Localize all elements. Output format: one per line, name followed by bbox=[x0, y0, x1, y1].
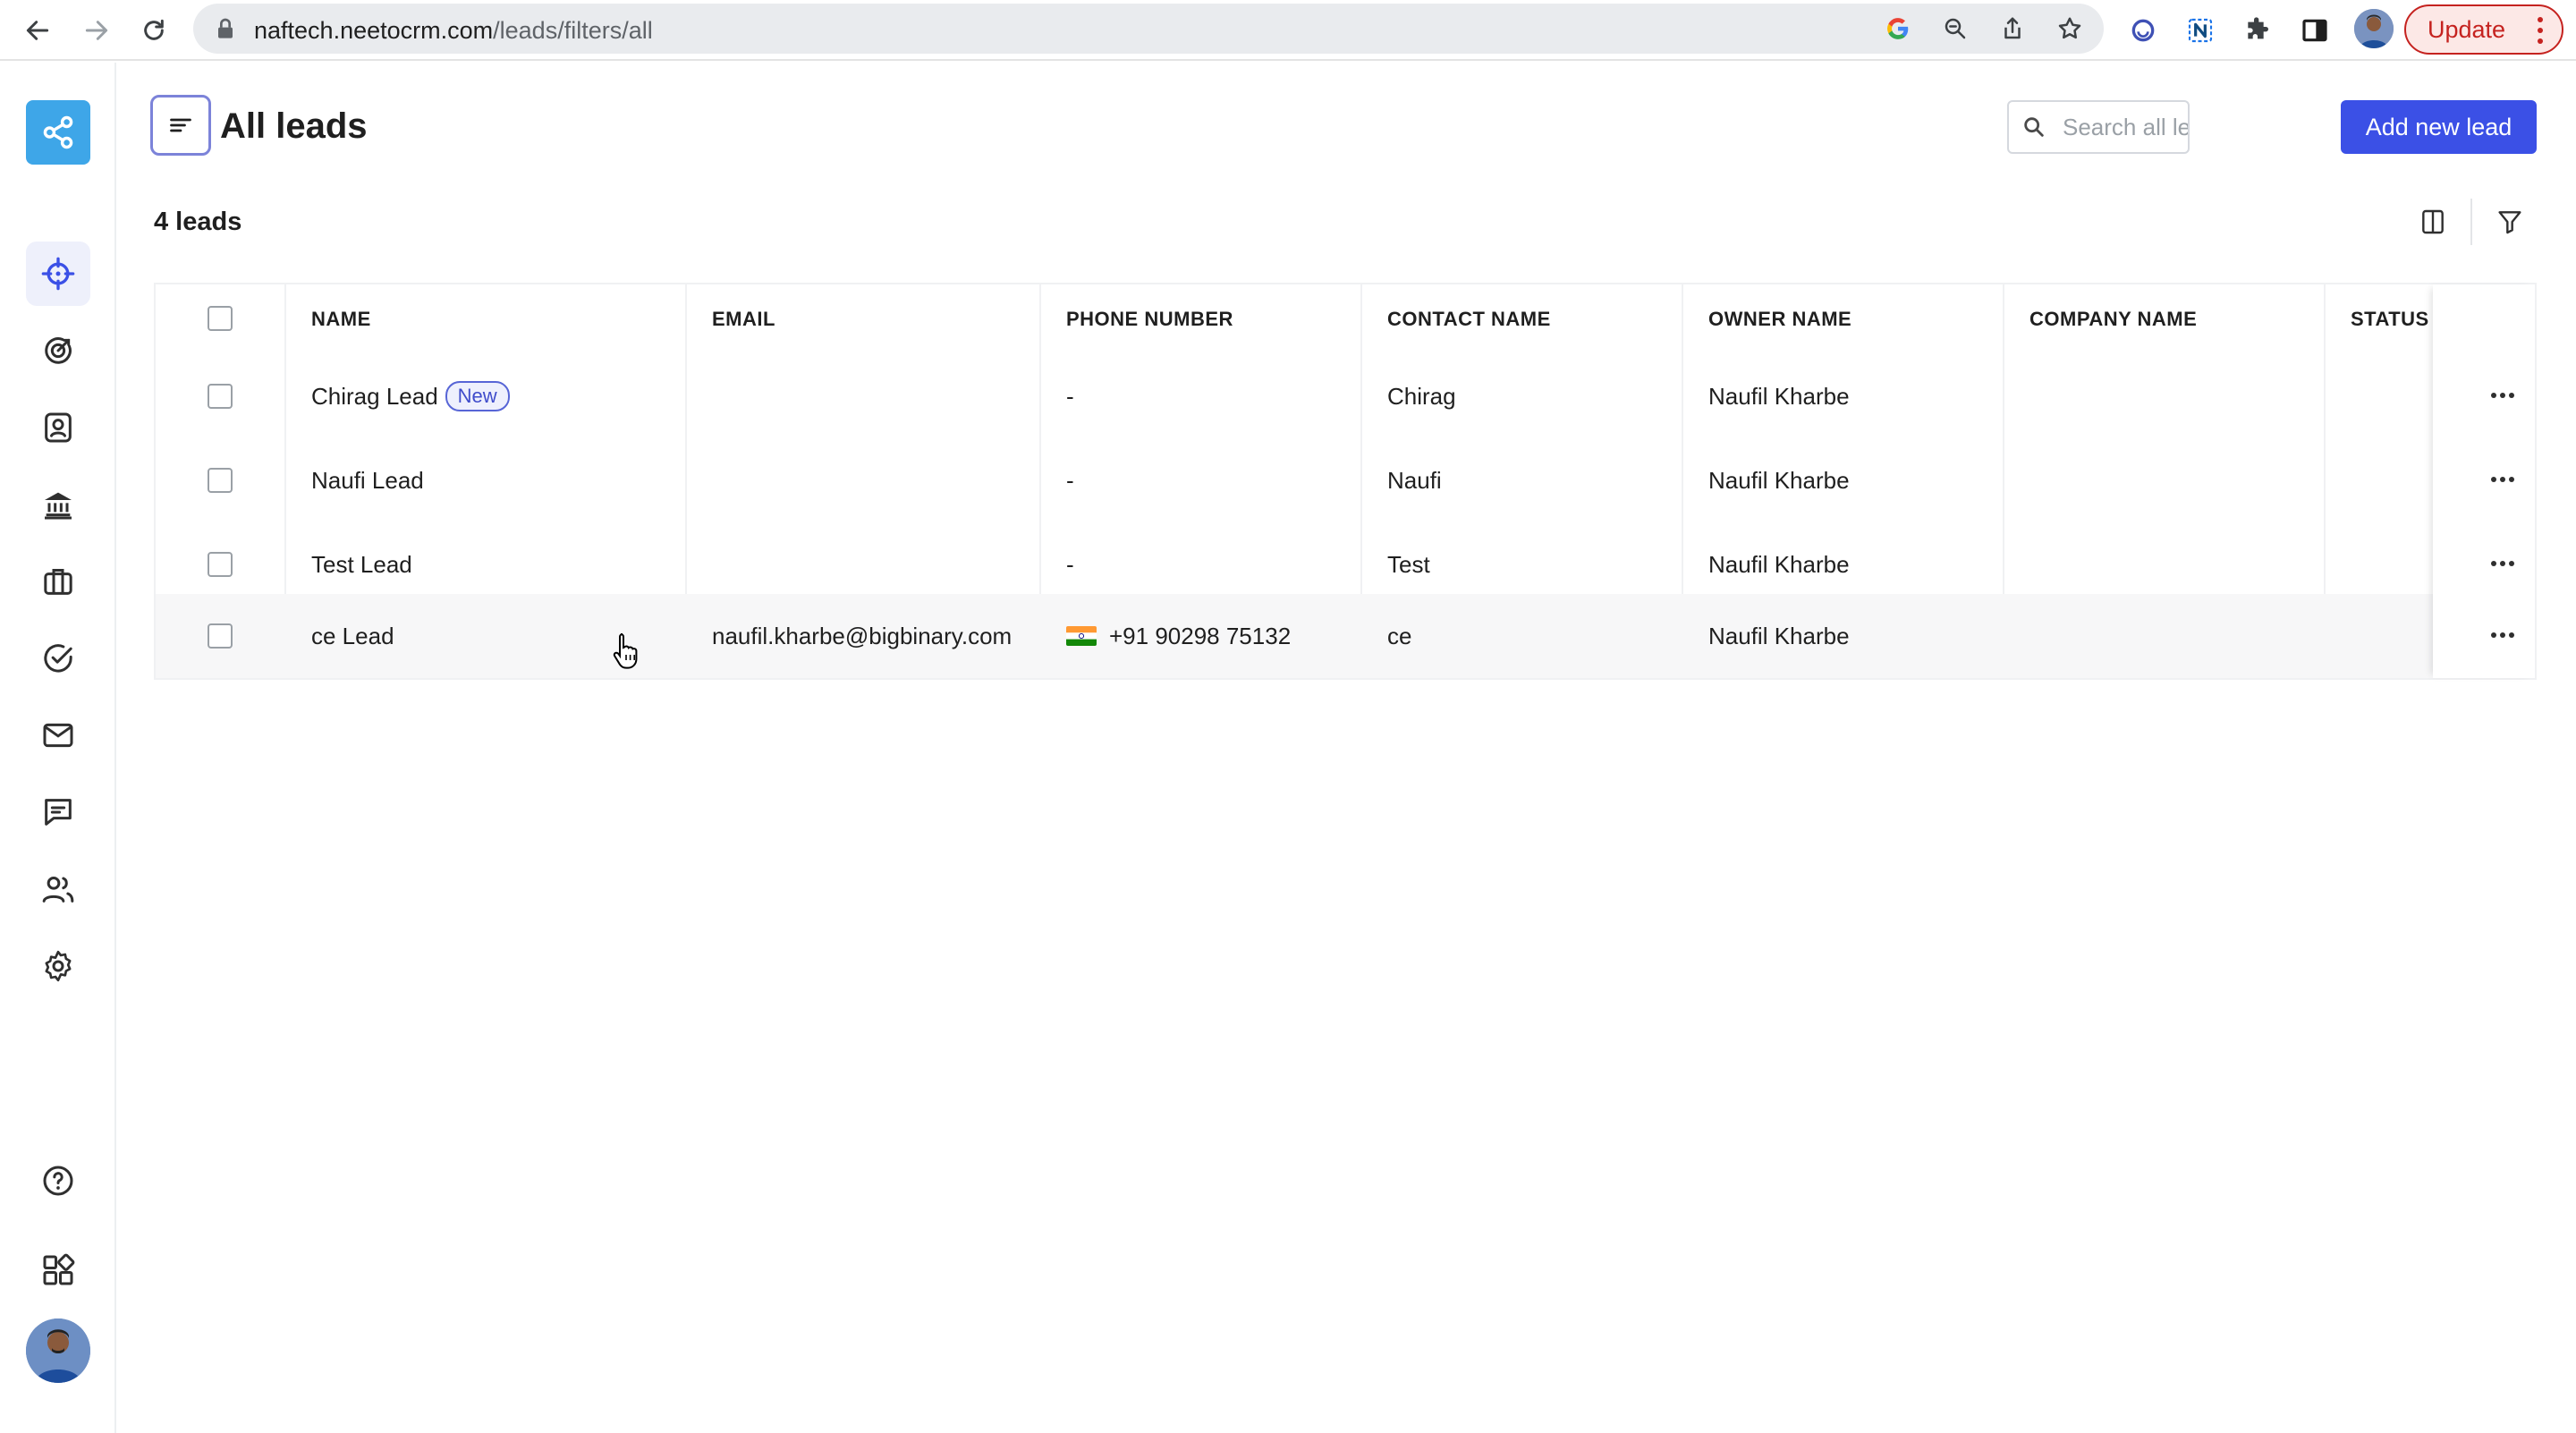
contact-cell: ce bbox=[1387, 622, 1412, 649]
contact-cell: Chirag bbox=[1387, 382, 1456, 410]
user-avatar[interactable] bbox=[26, 1319, 90, 1383]
help-icon[interactable] bbox=[26, 1149, 90, 1213]
url-text: naftech.neetocrm.com/leads/filters/all bbox=[254, 17, 653, 44]
phone-cell: - bbox=[1066, 466, 1074, 494]
column-header-name[interactable]: NAME bbox=[311, 284, 371, 354]
contact-cell: Naufi bbox=[1387, 466, 1442, 494]
share-icon[interactable] bbox=[1998, 14, 2027, 43]
owner-cell: Naufil Kharbe bbox=[1708, 466, 1850, 494]
phone-number: +91 90298 75132 bbox=[1109, 622, 1292, 649]
phone-cell: - bbox=[1066, 382, 1074, 410]
contact-card-icon[interactable] bbox=[26, 395, 90, 460]
chat-icon[interactable] bbox=[26, 780, 90, 844]
row-checkbox[interactable] bbox=[208, 623, 233, 649]
users-icon[interactable] bbox=[26, 857, 90, 921]
india-flag-icon bbox=[1066, 626, 1097, 646]
hand-cursor-icon bbox=[613, 633, 638, 669]
target-icon[interactable] bbox=[26, 318, 90, 383]
crosshair-icon[interactable] bbox=[26, 242, 90, 306]
mail-icon[interactable] bbox=[26, 703, 90, 767]
column-header-owner[interactable]: OWNER NAME bbox=[1708, 284, 1852, 354]
more-vert-icon bbox=[2538, 17, 2543, 44]
back-arrow-icon[interactable] bbox=[18, 11, 57, 50]
column-header-phone[interactable]: PHONE NUMBER bbox=[1066, 284, 1233, 354]
row-checkbox[interactable] bbox=[208, 384, 233, 409]
lock-icon bbox=[218, 18, 233, 38]
phone-cell[interactable]: +91 90298 75132 bbox=[1066, 594, 1291, 678]
apps-grid-icon[interactable] bbox=[26, 1238, 90, 1302]
add-new-lead-button[interactable]: Add new lead bbox=[2341, 100, 2537, 154]
star-icon[interactable] bbox=[2055, 14, 2084, 43]
sidepanel-icon[interactable] bbox=[2299, 14, 2331, 47]
column-header-status[interactable]: STATUS bbox=[2351, 284, 2429, 354]
more-actions-icon[interactable] bbox=[2485, 617, 2521, 653]
address-bar[interactable]: naftech.neetocrm.com/leads/filters/all bbox=[193, 4, 2104, 54]
more-actions-icon[interactable] bbox=[2485, 377, 2521, 413]
columns-icon[interactable] bbox=[2413, 202, 2453, 242]
more-actions-icon[interactable] bbox=[2485, 546, 2521, 581]
check-circle-icon[interactable] bbox=[26, 626, 90, 691]
new-badge: New bbox=[445, 381, 510, 411]
lead-name[interactable]: Chirag Lead bbox=[311, 383, 438, 411]
row-checkbox[interactable] bbox=[208, 468, 233, 493]
forward-arrow-icon[interactable] bbox=[77, 11, 116, 50]
table-row[interactable]: ce Lead naufil.kharbe@bigbinary.com +91 … bbox=[156, 594, 2535, 678]
column-header-email[interactable]: EMAIL bbox=[712, 284, 775, 354]
google-icon[interactable] bbox=[1884, 14, 1912, 43]
toolbar-divider bbox=[2470, 199, 2472, 245]
gear-icon[interactable] bbox=[26, 934, 90, 998]
neeto-n-icon[interactable] bbox=[2184, 14, 2216, 47]
profile-avatar[interactable] bbox=[2354, 9, 2394, 48]
update-label: Update bbox=[2428, 15, 2506, 43]
lead-name[interactable]: ce Lead bbox=[311, 594, 394, 678]
select-all-checkbox[interactable] bbox=[208, 306, 233, 331]
lead-name[interactable]: Naufi Lead bbox=[311, 438, 424, 522]
column-header-company[interactable]: COMPANY NAME bbox=[2029, 284, 2197, 354]
table-row[interactable]: Chirag Lead New - Chirag Naufil Kharbe bbox=[156, 354, 2535, 438]
zoom-icon[interactable] bbox=[1941, 14, 1970, 43]
search-icon bbox=[2024, 117, 2044, 137]
table-row[interactable]: Naufi Lead - Naufi Naufil Kharbe bbox=[156, 438, 2535, 522]
owner-cell: Naufil Kharbe bbox=[1708, 382, 1850, 410]
email-cell[interactable]: naufil.kharbe@bigbinary.com bbox=[712, 594, 1012, 678]
column-header-contact[interactable]: CONTACT NAME bbox=[1387, 284, 1551, 354]
bank-icon[interactable] bbox=[26, 472, 90, 537]
filter-icon[interactable] bbox=[2490, 202, 2529, 242]
app-sidebar bbox=[0, 63, 116, 1433]
browser-toolbar: naftech.neetocrm.com/leads/filters/all U… bbox=[0, 0, 2576, 61]
menu-toggle-button[interactable] bbox=[150, 95, 211, 156]
page-title: All leads bbox=[220, 106, 368, 146]
update-button[interactable]: Update bbox=[2404, 4, 2563, 55]
puzzle-icon[interactable] bbox=[2241, 14, 2274, 47]
menu-lines-icon bbox=[170, 118, 191, 132]
more-actions-icon[interactable] bbox=[2485, 462, 2521, 497]
extension-circle-icon[interactable] bbox=[2127, 14, 2159, 47]
owner-cell: Naufil Kharbe bbox=[1708, 622, 1850, 649]
leads-table: NAME EMAIL PHONE NUMBER CONTACT NAME OWN… bbox=[154, 283, 2537, 680]
row-checkbox[interactable] bbox=[208, 552, 233, 577]
reload-icon[interactable] bbox=[134, 11, 174, 50]
briefcase-icon[interactable] bbox=[26, 549, 90, 614]
share-logo-icon[interactable] bbox=[26, 100, 90, 165]
lead-name-cell[interactable]: Chirag Lead New bbox=[311, 354, 510, 438]
leads-count: 4 leads bbox=[154, 208, 242, 236]
